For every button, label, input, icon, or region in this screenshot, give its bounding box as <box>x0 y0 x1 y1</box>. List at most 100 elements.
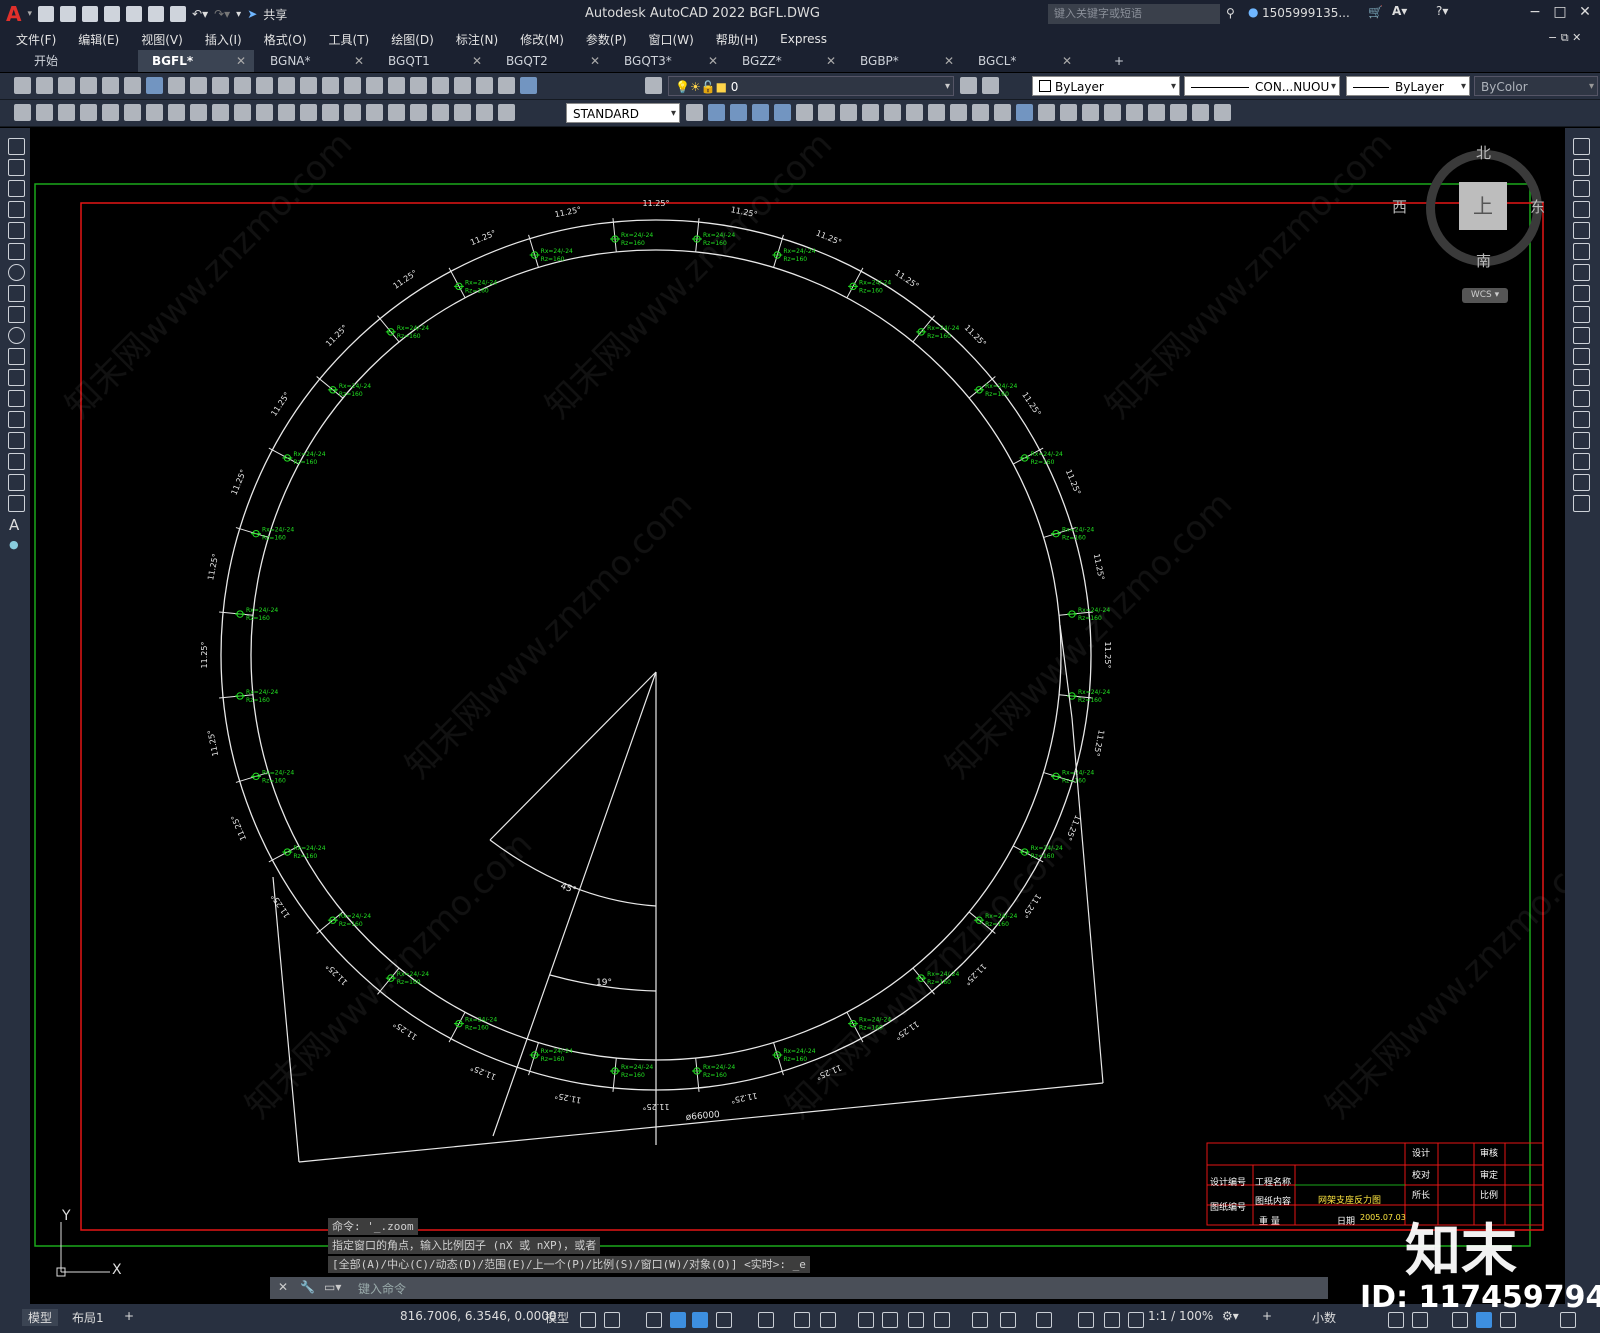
array-icon[interactable] <box>1573 222 1590 239</box>
dimension-text-edit-icon[interactable] <box>476 104 493 121</box>
gradient-icon[interactable] <box>8 453 25 470</box>
offset-icon[interactable] <box>1573 201 1590 218</box>
arc-icon[interactable] <box>8 243 25 260</box>
ordinate-dimension-icon[interactable] <box>146 104 163 121</box>
continue-dimension-icon[interactable] <box>300 104 317 121</box>
save-icon[interactable] <box>82 6 99 22</box>
ellipse-arc-icon[interactable] <box>8 348 25 365</box>
spline-icon[interactable] <box>8 306 25 323</box>
close-icon[interactable]: ✕ <box>826 50 836 72</box>
dimension-style-icon[interactable] <box>686 104 703 121</box>
insert-block-icon[interactable] <box>8 369 25 386</box>
publish-icon[interactable] <box>124 77 141 94</box>
infer-constraints-icon[interactable] <box>646 1312 662 1328</box>
object-snap-icon[interactable] <box>794 1312 810 1328</box>
dimension-edit-icon[interactable] <box>454 104 471 121</box>
pan-icon[interactable] <box>300 77 317 94</box>
scale-icon[interactable] <box>1573 285 1590 302</box>
autocad-logo-icon[interactable]: A <box>6 2 21 26</box>
chamfer-icon[interactable] <box>1573 432 1590 449</box>
setup-profile-icon[interactable] <box>994 104 1011 121</box>
table-icon[interactable] <box>8 495 25 512</box>
break-at-point-icon[interactable] <box>1573 369 1590 386</box>
menu-format[interactable]: 格式(O) <box>264 31 307 48</box>
sheet-set-icon[interactable] <box>454 77 471 94</box>
wedge-icon[interactable] <box>796 104 813 121</box>
3d-osnap-icon[interactable] <box>934 1312 950 1328</box>
match-properties-icon[interactable] <box>234 77 251 94</box>
menu-help[interactable]: 帮助(H) <box>716 31 758 48</box>
copy-faces-icon[interactable] <box>1214 104 1231 121</box>
menu-dimension[interactable]: 标注(N) <box>456 31 498 48</box>
wcs-menu[interactable]: WCS ▾ <box>1462 288 1508 303</box>
hatch-icon[interactable] <box>8 432 25 449</box>
menu-express[interactable]: Express <box>780 32 827 46</box>
search-input[interactable]: 键入关键字或短语 <box>1048 4 1220 24</box>
box-icon[interactable] <box>708 104 725 121</box>
ortho-icon[interactable] <box>670 1312 686 1328</box>
construction-line-icon[interactable] <box>8 159 25 176</box>
open-icon[interactable] <box>36 77 53 94</box>
cylinder-icon[interactable] <box>752 104 769 121</box>
jogged-linear-icon[interactable] <box>432 104 449 121</box>
calculator-icon[interactable] <box>498 77 515 94</box>
layer-properties-icon[interactable] <box>645 77 662 94</box>
break-icon[interactable] <box>1573 390 1590 407</box>
selection-cycling-icon[interactable] <box>908 1312 924 1328</box>
delete-faces-icon[interactable] <box>1148 104 1165 121</box>
viewcube-east[interactable]: 东 <box>1530 196 1545 217</box>
jogged-dimension-icon[interactable] <box>190 104 207 121</box>
command-input[interactable]: ✕ 🔧 ▭▾ 键入命令 <box>270 1277 1328 1299</box>
print-icon[interactable] <box>80 77 97 94</box>
snap-icon[interactable] <box>604 1312 620 1328</box>
new-file-icon[interactable] <box>38 6 55 22</box>
tab-bgqt1[interactable]: BGQT1 ✕ <box>374 50 490 72</box>
linetype-dropdown[interactable]: CON...NUOU ▾ <box>1184 76 1340 96</box>
copy-icon[interactable] <box>1573 159 1590 176</box>
customize-quick-access-icon[interactable]: ▾ <box>236 9 241 20</box>
zoom-window-icon[interactable] <box>344 77 361 94</box>
transparency-icon[interactable] <box>882 1312 898 1328</box>
menu-insert[interactable]: 插入(I) <box>205 31 242 48</box>
menu-edit[interactable]: 编辑(E) <box>78 31 119 48</box>
add-layout-icon[interactable]: + <box>124 1309 134 1323</box>
units-dropdown[interactable]: 小数 <box>1312 1309 1336 1326</box>
menu-window[interactable]: 窗口(W) <box>649 31 694 48</box>
help-icon[interactable]: ?▾ <box>1436 4 1448 18</box>
redo-icon[interactable]: ↷▾ <box>214 7 230 21</box>
revolve-icon[interactable] <box>862 104 879 121</box>
menu-view[interactable]: 视图(V) <box>141 31 183 48</box>
explode-icon[interactable] <box>1573 495 1590 512</box>
move-faces-icon[interactable] <box>1104 104 1121 121</box>
inspection-icon[interactable] <box>410 104 427 121</box>
blend-curves-icon[interactable] <box>1573 474 1590 491</box>
join-icon[interactable] <box>1573 411 1590 428</box>
redo-icon[interactable] <box>278 77 295 94</box>
grid-icon[interactable] <box>580 1312 596 1328</box>
isodraft-icon[interactable] <box>716 1312 732 1328</box>
plotstyle-dropdown[interactable]: ByColor ▾ <box>1474 76 1598 96</box>
interfere-icon[interactable] <box>928 104 945 121</box>
new-icon[interactable] <box>14 77 31 94</box>
close-icon[interactable]: ✕ <box>236 50 246 72</box>
layer-dropdown[interactable]: 💡☀🔓■ 0 ▾ <box>668 76 954 96</box>
close-button[interactable]: ✕ <box>1574 4 1596 22</box>
section-icon[interactable] <box>906 104 923 121</box>
sphere-icon[interactable] <box>730 104 747 121</box>
subtract-icon[interactable] <box>1038 104 1055 121</box>
menu-tools[interactable]: 工具(T) <box>329 31 370 48</box>
model-layout-tab[interactable]: 模型 <box>22 1309 59 1326</box>
model-space-toggle[interactable]: 模型 <box>545 1309 569 1326</box>
move-icon[interactable] <box>1573 243 1590 260</box>
revision-cloud-icon[interactable] <box>8 285 25 302</box>
dynamic-ucs-icon[interactable] <box>820 1312 836 1328</box>
annotation-visibility-icon[interactable] <box>1078 1312 1094 1328</box>
intersect-icon[interactable] <box>1060 104 1077 121</box>
gizmo-icon[interactable] <box>1036 1312 1052 1328</box>
layer-state-icon[interactable] <box>58 104 75 121</box>
taper-faces-icon[interactable] <box>1192 104 1209 121</box>
selection-filter-icon[interactable] <box>1000 1312 1016 1328</box>
cone-icon[interactable] <box>774 104 791 121</box>
annotation-scale-dropdown[interactable]: 1:1 / 100% <box>1148 1309 1213 1323</box>
tab-bgqt3[interactable]: BGQT3* ✕ <box>610 50 726 72</box>
